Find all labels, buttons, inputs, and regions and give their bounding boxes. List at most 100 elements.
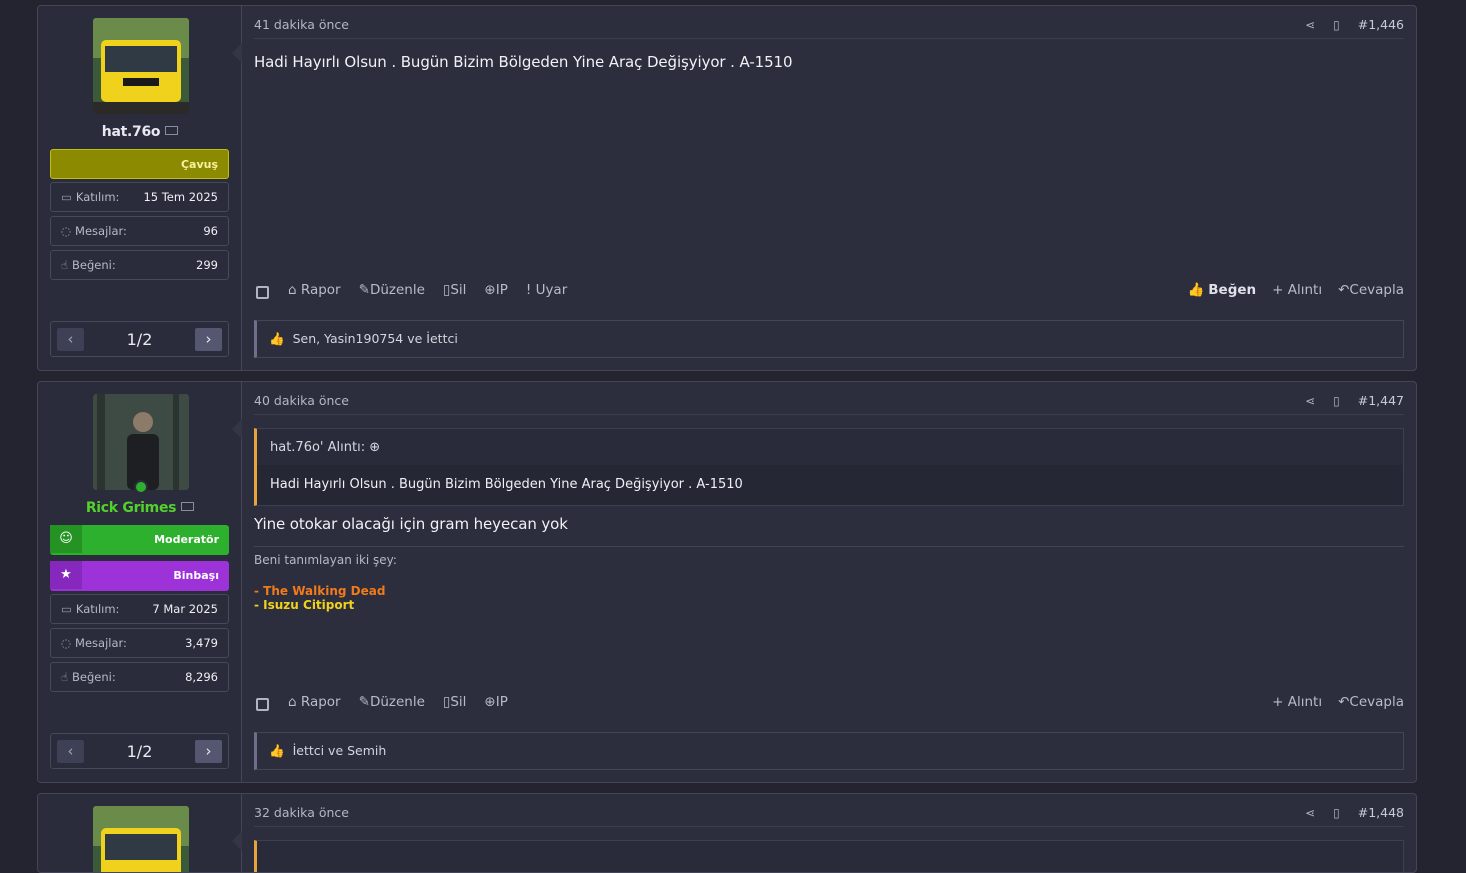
username[interactable]: Rick Grimes (38, 500, 242, 516)
user-panel (38, 794, 242, 872)
arrow-up-circle-icon[interactable]: ⊕ (369, 440, 380, 455)
thumbs-up-icon: 👍 (269, 331, 285, 346)
stat-joined: ▭ Katılım: 15 Tem 2025 (50, 182, 229, 212)
stat-likes-value: 8,296 (185, 670, 218, 684)
post-pointer (232, 419, 242, 439)
quote-label: Alıntı (1287, 694, 1323, 710)
like-button[interactable]: 👍 Beğen (1187, 282, 1256, 298)
bookmark-icon[interactable]: ▯ (1333, 6, 1340, 44)
post-actions: ⌂ Rapor ✎Düzenle ▯Sil ⊕IP + Alıntı ↶Ceva… (254, 694, 1404, 716)
post-time[interactable]: 41 dakika önce (254, 17, 349, 32)
pager-next-button[interactable]: › (195, 740, 222, 763)
post-main: 41 dakika önce ⋖ ▯ #1,446 Hadi Hayırlı Ols… (242, 6, 1416, 370)
signature-line-2: - Isuzu Citiport (254, 598, 355, 612)
select-checkbox[interactable] (256, 286, 269, 299)
signature-intro: Beni tanımlayan iki şey: (254, 553, 397, 567)
bookmark-icon[interactable]: ▯ (1333, 794, 1340, 832)
avatar[interactable] (93, 18, 189, 114)
stat-joined-value: 7 Mar 2025 (152, 602, 218, 616)
edit-label: Düzenle (369, 282, 425, 298)
delete-label: Sil (450, 282, 467, 298)
post-time[interactable]: 40 dakika önce (254, 393, 349, 408)
share-icon[interactable]: ⋖ (1305, 382, 1315, 420)
delete-button[interactable]: ▯Sil (443, 694, 467, 710)
quote-button[interactable]: + Alıntı (1272, 282, 1322, 298)
avatar[interactable] (93, 806, 189, 872)
stat-messages-value: 96 (203, 224, 218, 238)
quote-block (254, 840, 1404, 872)
stat-messages-value: 3,479 (185, 636, 218, 650)
stat-messages[interactable]: ◌ Mesajlar: 96 (50, 216, 229, 246)
post-number[interactable]: #1,448 (1358, 794, 1404, 832)
warn-label: Uyar (535, 282, 568, 298)
quote-button[interactable]: + Alıntı (1272, 694, 1322, 710)
user-panel: hat.76o Çavuş ▭ Katılım: 15 Tem 2025 ◌ Mesa… (38, 6, 242, 370)
rank-banner-label: Binbaşı (173, 569, 219, 582)
username-text[interactable]: hat.76o (102, 124, 161, 140)
report-button[interactable]: ⌂ Rapor (288, 694, 341, 710)
username[interactable]: hat.76o (38, 124, 242, 140)
warn-button[interactable]: ! Uyar (526, 282, 567, 298)
quote-header[interactable]: hat.76o' Alıntı: ⊕ (257, 429, 1403, 465)
edit-button[interactable]: ✎Düzenle (359, 282, 425, 298)
stat-joined: ▭ Katılım: 7 Mar 2025 (50, 594, 229, 624)
post-main: 40 dakika önce ⋖ ▯ #1,447 hat.76o' Alıntı:… (242, 382, 1416, 782)
user-pager: ‹ 1/2 › (50, 733, 229, 769)
stat-joined-value: 15 Tem 2025 (143, 190, 218, 204)
post-header: 32 dakika önce ⋖ ▯ #1,448 (254, 794, 1404, 827)
post-actions: ⌂ Rapor ✎Düzenle ▯Sil ⊕IP ! Uyar 👍 Beğen … (254, 282, 1404, 304)
calendar-icon: ▭ (61, 190, 72, 204)
stat-messages[interactable]: ◌ Mesajlar: 3,479 (50, 628, 229, 658)
mail-icon[interactable] (181, 502, 195, 511)
messages-icon: ◌ (61, 636, 72, 650)
likes-text[interactable]: İettci ve Semih (293, 743, 387, 758)
post-time[interactable]: 32 dakika önce (254, 805, 349, 820)
signature: Beni tanımlayan iki şey: - The Walking D… (254, 546, 1404, 612)
stat-messages-label: Mesajlar: (75, 224, 127, 238)
select-checkbox[interactable] (256, 698, 269, 711)
likes-bar[interactable]: 👍 Sen, Yasin190754 ve İettci (254, 320, 1404, 358)
ip-button[interactable]: ⊕IP (484, 694, 507, 710)
user-pager: ‹ 1/2 › (50, 321, 229, 357)
reply-label: Cevapla (1349, 694, 1404, 710)
bookmark-icon[interactable]: ▯ (1333, 382, 1340, 420)
stat-likes: ☝ Beğeni: 299 (50, 250, 229, 280)
user-panel: Rick Grimes ☺ Moderatör ★ Binbaşı ▭ Katılım… (38, 382, 242, 782)
avatar[interactable] (93, 394, 189, 490)
like-label: Beğen (1208, 282, 1257, 298)
mail-icon[interactable] (165, 126, 179, 135)
post-header: 41 dakika önce ⋖ ▯ #1,446 (254, 6, 1404, 39)
post-pointer (232, 43, 242, 63)
likes-bar[interactable]: 👍 İettci ve Semih (254, 732, 1404, 770)
delete-button[interactable]: ▯Sil (443, 282, 467, 298)
post-number[interactable]: #1,446 (1358, 6, 1404, 44)
share-icon[interactable]: ⋖ (1305, 794, 1315, 832)
delete-label: Sil (450, 694, 467, 710)
report-label: Rapor (300, 694, 341, 710)
thumb-icon: ☝ (61, 258, 69, 272)
stat-joined-label: Katılım: (75, 190, 120, 204)
post-number[interactable]: #1,447 (1358, 382, 1404, 420)
quote-label: Alıntı (1287, 282, 1323, 298)
rank-banner: Çavuş (50, 149, 229, 179)
thumb-icon: ☝ (61, 670, 69, 684)
post-body: Hadi Hayırlı Olsun . Bugün Bizim Bölgede… (254, 53, 793, 71)
stat-likes-label: Beğeni: (72, 258, 116, 272)
share-icon[interactable]: ⋖ (1305, 6, 1315, 44)
reply-button[interactable]: ↶Cevapla (1338, 694, 1404, 710)
reply-button[interactable]: ↶Cevapla (1338, 282, 1404, 298)
post-1447: Rick Grimes ☺ Moderatör ★ Binbaşı ▭ Katılım… (37, 381, 1417, 783)
ip-button[interactable]: ⊕IP (484, 282, 507, 298)
edit-label: Düzenle (369, 694, 425, 710)
stat-likes: ☝ Beğeni: 8,296 (50, 662, 229, 692)
likes-text[interactable]: Sen, Yasin190754 ve İettci (293, 331, 458, 346)
quote-author[interactable]: hat.76o' Alıntı: (270, 440, 365, 455)
username-text[interactable]: Rick Grimes (86, 500, 177, 516)
post-1448: 32 dakika önce ⋖ ▯ #1,448 (37, 793, 1417, 873)
post-main: 32 dakika önce ⋖ ▯ #1,448 (242, 794, 1416, 872)
pager-next-button[interactable]: › (195, 328, 222, 351)
post-1446: hat.76o Çavuş ▭ Katılım: 15 Tem 2025 ◌ Mesa… (37, 5, 1417, 371)
report-button[interactable]: ⌂ Rapor (288, 282, 341, 298)
edit-button[interactable]: ✎Düzenle (359, 694, 425, 710)
thumbs-up-icon: 👍 (269, 743, 285, 758)
